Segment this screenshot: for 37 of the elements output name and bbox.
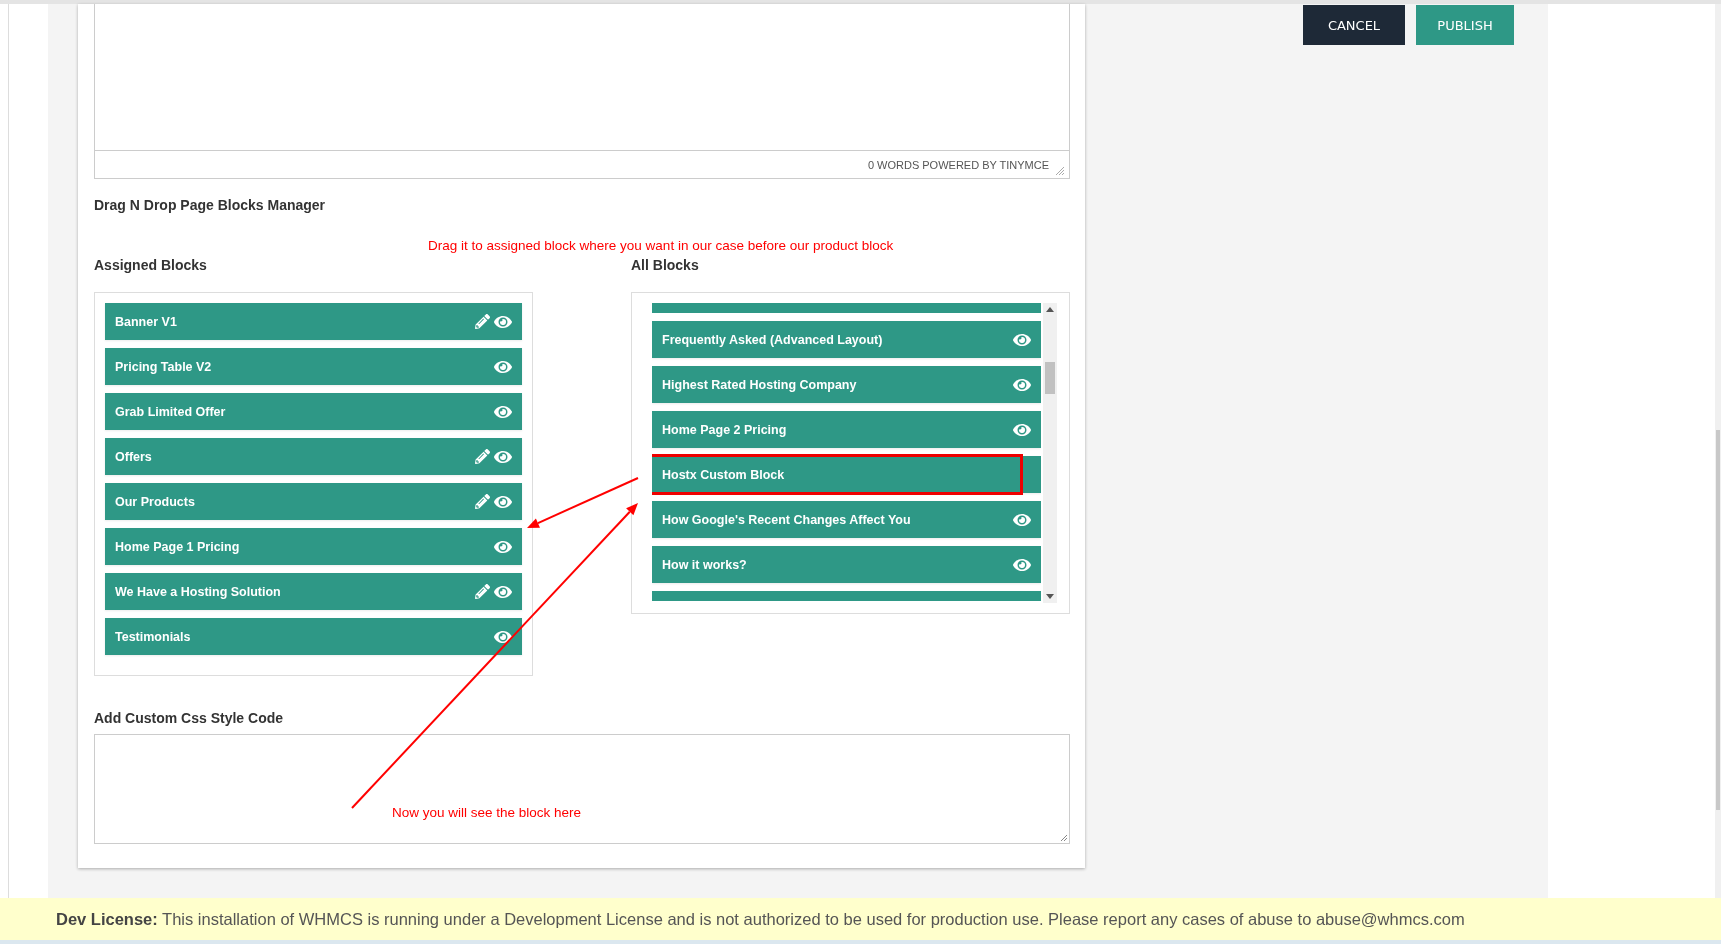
block-item[interactable]: Home Page 2 Pricing (652, 411, 1041, 448)
pencil-icon[interactable] (475, 449, 490, 464)
block-item[interactable]: Testimonials (105, 618, 522, 655)
pencil-icon[interactable] (475, 494, 490, 509)
page-scrollbar-thumb[interactable] (1716, 430, 1720, 810)
pencil-icon[interactable] (475, 314, 490, 329)
field-label: Add Custom Css Style Code (94, 710, 284, 726)
word-count: 0 WORDS POWERED BY TINYMCE (867, 158, 1049, 171)
scrollbar[interactable] (1043, 303, 1057, 603)
block-item[interactable]: We Have a Hosting Solution (105, 573, 522, 610)
block-item[interactable]: Hostx Custom Block (652, 456, 1041, 493)
block-item[interactable]: Grab Limited Offer (105, 393, 522, 430)
scrollbar-thumb[interactable] (1045, 362, 1055, 394)
block-item[interactable]: How it works? (652, 546, 1041, 583)
cancel-button[interactable]: CANCEL (1303, 5, 1405, 45)
column-title: Assigned Blocks (94, 257, 207, 273)
block-item[interactable]: Highest Rated Hosting Company (652, 366, 1041, 403)
resize-grip-icon[interactable] (1060, 834, 1068, 842)
annotation-text: Now you will see the block here (392, 805, 582, 820)
rich-text-editor[interactable]: 0 WORDS POWERED BY TINYMCE (94, 4, 1070, 179)
block-item[interactable]: Banner V1 (105, 303, 522, 340)
css-code-field[interactable] (94, 734, 1070, 844)
annotation-text: Drag it to assigned block where you want in our case before our product block (428, 238, 894, 253)
section-title: Drag N Drop Page Blocks Manager (94, 197, 326, 213)
publish-button[interactable]: PUBLISH (1416, 5, 1514, 45)
block-item[interactable]: How Google's Recent Changes Affect You (652, 501, 1041, 538)
scroll-down-icon[interactable] (1046, 594, 1054, 599)
resize-grip-icon[interactable] (1055, 166, 1065, 176)
block-item[interactable]: Offers (105, 438, 522, 475)
block-item[interactable]: Home Page 1 Pricing (105, 528, 522, 565)
scroll-up-icon[interactable] (1046, 307, 1054, 312)
license-notice: Dev License: This installation of WHMCS is running under a Development License and is not authorized to be used for production use. Please report any cases of abuse to abuse@whmcs.com (56, 909, 1465, 929)
block-item[interactable]: Our Products (105, 483, 522, 520)
block-item[interactable]: Pricing Table V2 (105, 348, 522, 385)
block-item[interactable]: Frequently Asked (Advanced Layout) (652, 321, 1041, 358)
pencil-icon[interactable] (475, 584, 490, 599)
column-title: All Blocks (631, 257, 699, 273)
